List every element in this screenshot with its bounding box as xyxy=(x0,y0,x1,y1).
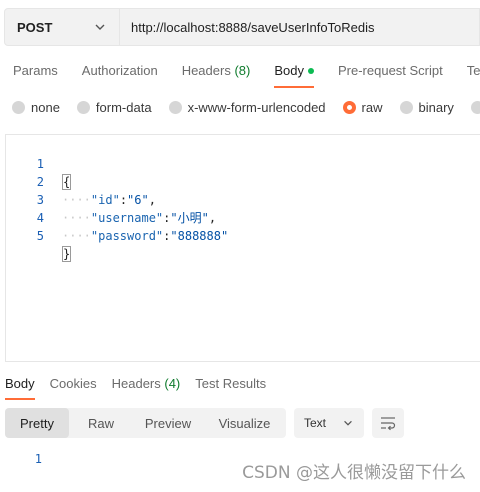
request-tabs: Params Authorization Headers (8) Body Pr… xyxy=(0,58,480,88)
tab-params-label: Params xyxy=(13,63,58,78)
body-type-raw-label: raw xyxy=(361,99,383,115)
tab-pre-request-label: Pre-request Script xyxy=(337,63,443,78)
json-key: "password" xyxy=(90,229,164,243)
format-pretty-button[interactable]: Pretty xyxy=(5,408,69,438)
radio-icon xyxy=(399,100,413,114)
body-type-urlencoded-label: x-www-form-urlencoded xyxy=(187,99,326,115)
chevron-down-icon xyxy=(344,420,352,426)
tab-test-results[interactable]: Test Results xyxy=(195,372,266,400)
tab-test-results-label: Test Results xyxy=(195,376,267,391)
body-type-none[interactable]: none xyxy=(12,100,60,115)
chevron-down-icon xyxy=(95,24,105,30)
text-format-label: Text xyxy=(304,416,327,430)
tab-cookies-label: Cookies xyxy=(49,376,97,391)
wrap-lines-button[interactable] xyxy=(372,408,404,438)
radio-selected-icon xyxy=(342,100,356,114)
tab-headers-label: Headers xyxy=(181,63,231,78)
json-sep: , xyxy=(148,193,156,207)
format-pretty-label: Pretty xyxy=(20,415,54,431)
modified-dot-icon xyxy=(307,67,314,74)
editor-line: 4 ····"password":"888888" xyxy=(6,191,228,243)
method-select[interactable]: POST xyxy=(4,8,120,46)
tab-response-headers-count: (4) xyxy=(164,376,181,391)
tab-tests-label: Te xyxy=(466,63,480,78)
body-editor[interactable]: 1 { 2 ····"id":"6", 3 ····"username":"小明… xyxy=(5,134,480,362)
format-visualize-label: Visualize xyxy=(218,415,271,431)
wrap-lines-icon xyxy=(381,417,396,431)
tab-tests[interactable]: Te xyxy=(467,58,480,88)
body-type-urlencoded[interactable]: x-www-form-urlencoded xyxy=(168,99,326,115)
watermark: CSDN @这人很懒没留下什么 xyxy=(242,463,466,483)
editor-line: 1 { xyxy=(6,137,72,190)
tab-body-label: Body xyxy=(274,63,304,78)
url-text: http://localhost:8888/saveUserInfoToRedi… xyxy=(131,19,375,35)
tab-params[interactable]: Params xyxy=(13,58,58,88)
text-format-select[interactable]: Text xyxy=(294,408,364,438)
body-type-binary-label: binary xyxy=(418,99,454,115)
body-type-form-data[interactable]: form-data xyxy=(76,99,152,115)
body-type-form-data-label: form-data xyxy=(95,99,152,115)
line-number: 5 xyxy=(36,229,44,243)
response-line-number: 1 xyxy=(34,452,42,466)
body-type-graphql[interactable] xyxy=(470,100,480,114)
format-preview-label: Preview xyxy=(144,415,192,431)
body-type-raw[interactable]: raw xyxy=(342,99,383,115)
tab-response-body-label: Body xyxy=(5,376,35,391)
tab-pre-request-script[interactable]: Pre-request Script xyxy=(338,58,443,88)
response-tabs: Body Cookies Headers (4) Test Results xyxy=(0,372,480,400)
tab-headers-count: (8) xyxy=(234,63,251,78)
method-label: POST xyxy=(17,19,53,35)
tab-response-headers-label: Headers xyxy=(111,376,161,391)
editor-line: 5 } xyxy=(6,209,72,262)
tab-authorization[interactable]: Authorization xyxy=(82,58,158,88)
request-bar: POST http://localhost:8888/saveUserInfoT… xyxy=(4,8,480,46)
tab-response-body[interactable]: Body xyxy=(5,372,35,400)
format-preview-button[interactable]: Preview xyxy=(133,408,203,438)
format-mode-group: Pretty Raw Preview Visualize xyxy=(5,408,286,438)
format-visualize-button[interactable]: Visualize xyxy=(203,408,286,438)
editor-line: 2 ····"id":"6", xyxy=(6,155,156,207)
tab-headers[interactable]: Headers (8) xyxy=(182,58,251,88)
radio-icon xyxy=(470,100,480,114)
indent-guide: ···· xyxy=(62,193,91,207)
editor-line: 3 ····"username":"小明", xyxy=(6,173,216,225)
json-value: "小明" xyxy=(170,211,209,225)
body-type-options: none form-data x-www-form-urlencoded raw… xyxy=(0,96,480,118)
body-type-binary[interactable]: binary xyxy=(399,99,454,115)
format-raw-button[interactable]: Raw xyxy=(69,408,133,438)
open-brace: { xyxy=(62,174,72,190)
tab-authorization-label: Authorization xyxy=(81,63,158,78)
close-brace: } xyxy=(62,246,72,262)
radio-icon xyxy=(76,100,90,114)
format-raw-label: Raw xyxy=(87,415,114,431)
radio-icon xyxy=(168,100,182,114)
url-input[interactable]: http://localhost:8888/saveUserInfoToRedi… xyxy=(120,8,480,46)
indent-guide: ···· xyxy=(62,211,91,225)
json-key: "username" xyxy=(90,211,164,225)
body-type-none-label: none xyxy=(31,99,60,115)
radio-icon xyxy=(12,100,25,114)
json-key: "id" xyxy=(90,193,120,207)
json-value: "6" xyxy=(127,193,149,207)
json-sep: , xyxy=(208,211,217,225)
tab-body[interactable]: Body xyxy=(274,58,314,88)
indent-guide: ···· xyxy=(62,229,91,243)
json-value: "888888" xyxy=(170,229,229,243)
tab-cookies[interactable]: Cookies xyxy=(50,372,97,400)
tab-response-headers[interactable]: Headers (4) xyxy=(112,372,181,400)
